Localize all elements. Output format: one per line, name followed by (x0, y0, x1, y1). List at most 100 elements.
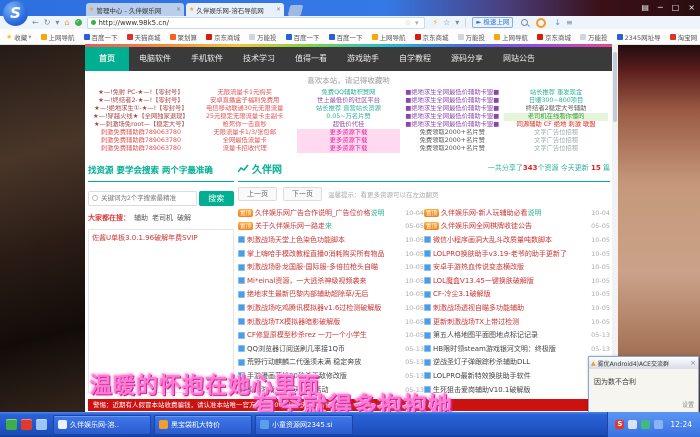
refresh-icon[interactable]: ↻ (44, 18, 51, 27)
ad-link[interactable]: 安卓直播盒子福利免费用 (193, 97, 297, 105)
ad-link[interactable]: 更多资源下载 (297, 129, 401, 137)
bookmarks-root[interactable]: ★ 收藏 ▾ (6, 32, 32, 42)
ad-link[interactable]: 刺激免费辅助群789063780 (89, 145, 193, 153)
menu-icon[interactable]: ≡ (566, 18, 573, 27)
article-row[interactable]: 刺激战场TX模拟器暗影破解版10-05 (238, 315, 424, 329)
account-icon[interactable] (536, 18, 546, 28)
quicklaunch-red[interactable] (21, 419, 32, 430)
ad-link[interactable]: ★—!穿越火线★【全网独家退现】 (89, 113, 193, 121)
article-row[interactable]: 第五人格地图平面图地点标记记录05-13 (424, 328, 610, 342)
article-row[interactable]: CF修复原模型秒杀rez 一刀一个小学生10-05 (238, 328, 424, 342)
ad-link[interactable]: 免费QQ辅助积赞网 (297, 89, 401, 97)
bookmark-dropdown-icon[interactable]: ▾ (55, 18, 59, 27)
ad-link[interactable]: ★—刺激场免root—【稳定大号】 (89, 121, 193, 129)
favorite-star-icon[interactable]: ☆ (405, 19, 411, 27)
new-tab-button[interactable] (288, 5, 304, 16)
article-row[interactable]: QQ浏览器订阅送刷几率接1Q币05-13 (238, 342, 424, 356)
crack-item-link[interactable]: 佐酱U单板3.0.1.96破解年费SVIP (92, 233, 230, 243)
minimize-icon[interactable]: ─ (658, 2, 663, 14)
nav-item-0[interactable]: 首页 (85, 47, 129, 71)
collect-star-icon[interactable]: ☆ (443, 18, 450, 27)
lightning-icon[interactable]: ⚡ (433, 18, 439, 27)
article-row[interactable]: 置顶久伴娱乐网-新人玩辅助必看说明10-04 (424, 206, 610, 220)
bookmark-item[interactable]: 聚划算 (170, 32, 198, 42)
bookmark-item[interactable]: 上网导航 (372, 32, 406, 42)
ad-link[interactable]: ■绝地求生全网最低价辅助卡盟■ (400, 89, 504, 97)
ad-link[interactable]: ★—!绝地求生①-★—!【零封号】 (89, 105, 193, 113)
ad-link[interactable]: 枪死你一击直秒 (193, 121, 297, 129)
ad-link[interactable]: ■绝地求生全网最低价辅助卡盟■ (400, 113, 504, 121)
ad-link[interactable]: 全网最低流量卡 (193, 137, 297, 145)
taskbar-window-button[interactable]: 久伴娱乐网-溶.. (53, 415, 151, 435)
ad-link[interactable]: 无限流量卡1/3/张包邮 (193, 129, 297, 137)
tab-close-icon[interactable]: × (276, 6, 281, 13)
article-row[interactable]: LOL魔盒V13.45一键换肤破解版10-05 (424, 274, 610, 288)
quicklaunch-green[interactable] (6, 419, 17, 430)
prev-page-button[interactable]: 上一页 (238, 187, 277, 201)
tab-close-icon[interactable]: × (176, 6, 181, 13)
ad-link[interactable]: 电信移动联通30元无限流量 (193, 105, 297, 113)
hot-word[interactable]: 辅助 (134, 213, 148, 223)
browser-tab-1[interactable]: ★久伴娱乐网-溶石导航网× (186, 3, 284, 16)
article-row[interactable]: 刺激战场透视自瞄多功能辅助10-05 (424, 301, 610, 315)
ad-link[interactable]: 站长推荐 重发现金 (504, 89, 608, 97)
nav-item-1[interactable]: 电脑软件 (129, 47, 181, 71)
sogou-logo-icon[interactable]: S (3, 1, 28, 26)
article-row[interactable]: 微信小程序画洞大乱斗改质量吨数脚本10-05 (424, 233, 610, 247)
ad-link[interactable]: 终结者2稳定大号辅助 (504, 105, 608, 113)
volume-icon[interactable] (628, 420, 637, 429)
bookmark-item[interactable]: 京东商城 (206, 32, 240, 42)
article-row[interactable]: 刺激战场天堂上色染色功能脚本10-05 (238, 233, 424, 247)
ad-link[interactable]: 0.05~万名片赞 (297, 113, 401, 121)
bookmark-item[interactable]: 京东商城 (415, 32, 449, 42)
url-dropdown-icon[interactable]: ▾ (415, 19, 419, 27)
tray-blue-icon[interactable] (654, 420, 663, 429)
home-icon[interactable]: ⌂ (64, 18, 69, 27)
search-icon[interactable] (521, 19, 528, 26)
article-row[interactable]: 置顶关于久伴娱乐网一路走来05-05 (238, 220, 424, 234)
nav-item-8[interactable]: 网站公告 (493, 47, 545, 71)
ad-link[interactable]: 更多资源下载 (297, 137, 401, 145)
hot-word[interactable]: 老司机 (152, 213, 173, 223)
bookmark-item[interactable]: 百度一下 (329, 32, 363, 42)
nav-item-5[interactable]: 游戏助手 (337, 47, 389, 71)
article-row[interactable]: 更新刺激战场TX上带过检测10-05 (424, 315, 610, 329)
ad-link[interactable]: 免费领取2000+名片赞 (400, 145, 504, 153)
url-text[interactable]: http://www.98k5.cn/ (99, 19, 403, 27)
bookmark-item[interactable]: 百度一下 (286, 32, 320, 42)
popup-settings-link[interactable]: 设置 (682, 400, 694, 409)
ad-link[interactable]: 站长推荐 直营站长货源 (297, 105, 401, 113)
ad-link[interactable]: 刺激免费辅助群789063780 (89, 129, 193, 137)
address-bar[interactable]: http://www.98k5.cn/ ☆ ▾ (87, 17, 425, 29)
bookmark-item[interactable]: 天猫商城 (127, 32, 161, 42)
ad-link[interactable]: 刺激免费辅助群789063780 (89, 137, 193, 145)
ad-link[interactable]: 文字广告位招租 (504, 137, 608, 145)
nav-item-7[interactable]: 源码分享 (441, 47, 493, 71)
article-row[interactable]: 掌上嗨哈手模改教程直播0消耗购买所有物品10-05 (238, 247, 424, 261)
tray-green-icon[interactable] (641, 420, 650, 429)
bookmark-item[interactable]: 上网导航 (41, 32, 75, 42)
search-button[interactable]: 搜索 (199, 191, 234, 206)
search-input[interactable] (88, 191, 197, 206)
ad-link[interactable]: 日赚300~800项目 (504, 97, 608, 105)
download-icon[interactable]: ↓ (554, 18, 561, 27)
ad-link[interactable]: 更多资源下载 (297, 145, 401, 153)
bookmark-item[interactable]: 上网导航 (494, 32, 528, 42)
close-icon[interactable]: × (688, 2, 695, 14)
article-row[interactable]: 置顶久伴娱乐网全网棋牌收徒公告05-05 (424, 220, 610, 234)
bookmark-item[interactable]: 万能投 (249, 32, 277, 42)
taskbar-window-button[interactable]: 黑宝袋机大特价 (154, 415, 252, 435)
back-icon[interactable]: ← (32, 18, 39, 27)
ad-link[interactable]: 免费领取2000+名片赞 (400, 129, 504, 137)
article-row[interactable]: 置顶久伴娱乐网广告合作说明_广告位价格说明10-04 (238, 206, 424, 220)
hot-word[interactable]: 破解 (177, 213, 191, 223)
sogou-tray-icon[interactable]: S (615, 420, 624, 429)
nav-item-2[interactable]: 手机软件 (181, 47, 233, 71)
popup-close-icon[interactable]: × (690, 359, 696, 367)
article-row[interactable]: HB限时领steam游戏银河文明：终极版05-13 (424, 342, 610, 356)
article-row[interactable]: 绝地求生最新巴黎内部辅助超除草/无后10-05 (238, 288, 424, 302)
bookmark-item[interactable]: 万能投 (458, 32, 486, 42)
ad-link[interactable]: ■绝地求生全网最低价辅助卡盟■ (400, 97, 504, 105)
ad-link[interactable]: ★—!终结者2-★—!【零封号】 (89, 97, 193, 105)
ad-link[interactable]: 免费领取2000+名片赞 (400, 137, 504, 145)
